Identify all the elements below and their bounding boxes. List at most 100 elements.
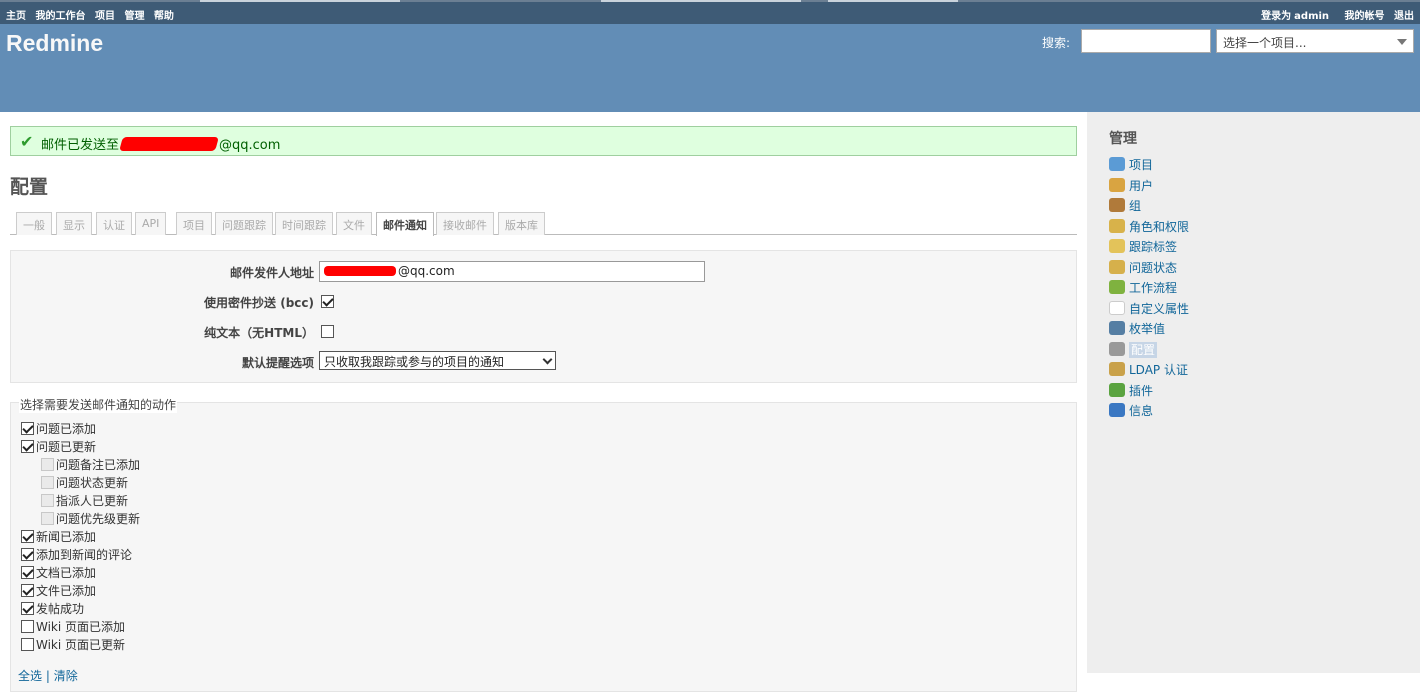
tab-files[interactable]: 文件 <box>336 212 372 235</box>
action-checkbox[interactable] <box>21 602 34 615</box>
top-menu-administration[interactable]: 管理 <box>124 11 144 22</box>
action-label: 问题优先级更新 <box>56 512 141 526</box>
action-checkbox[interactable] <box>21 584 34 597</box>
main-content: ✔ 邮件已发送至 @qq.com 配置 一般 显示 认证 API 项目 问题跟踪 … <box>0 112 1087 692</box>
plain-text-label: 纯文本（无HTML） <box>204 326 314 340</box>
action-checkbox[interactable] <box>21 620 34 633</box>
action-item[interactable]: 问题状态更新 <box>41 474 128 492</box>
tab-api[interactable]: API <box>135 212 167 235</box>
header: Redmine 搜索: 选择一个项目... <box>0 24 1420 112</box>
default-notify-value: 只收取我跟踪或参与的项目的通知 <box>324 355 505 369</box>
tab-display[interactable]: 显示 <box>56 212 92 235</box>
action-label: Wiki 页面已添加 <box>36 620 126 634</box>
tab-repositories[interactable]: 版本库 <box>498 212 545 235</box>
action-label: 问题已添加 <box>36 422 97 436</box>
clear-link[interactable]: 清除 <box>54 669 78 683</box>
sidebar-item[interactable]: 插件 <box>1109 382 1153 400</box>
default-notify-select[interactable]: 只收取我跟踪或参与的项目的通知 <box>319 351 556 370</box>
tab-time-tracking[interactable]: 时间跟踪 <box>275 212 333 235</box>
sidebar-item[interactable]: 工作流程 <box>1109 279 1177 297</box>
top-menu-projects[interactable]: 项目 <box>95 11 115 22</box>
sidebar-item[interactable]: 角色和权限 <box>1109 218 1189 236</box>
action-label: 发帖成功 <box>36 602 85 616</box>
settings-gear-icon <box>1109 341 1125 356</box>
action-item[interactable]: 文件已添加 <box>21 582 96 600</box>
links-separator: | <box>45 669 50 683</box>
user-icon <box>1109 177 1125 192</box>
sidebar-item-label: 插件 <box>1129 383 1154 398</box>
tab-general[interactable]: 一般 <box>16 212 52 235</box>
action-label: 指派人已更新 <box>56 494 129 508</box>
tab-email-notifications[interactable]: 邮件通知 <box>376 212 434 236</box>
action-checkbox[interactable] <box>21 548 34 561</box>
sidebar-item[interactable]: 用户 <box>1109 177 1153 195</box>
tab-incoming-emails[interactable]: 接收邮件 <box>436 212 494 235</box>
action-item[interactable]: 文档已添加 <box>21 564 96 582</box>
my-account-link[interactable]: 我的帐号 <box>1345 11 1385 22</box>
action-checkbox[interactable] <box>41 458 54 471</box>
check-icon: ✔ <box>20 132 34 151</box>
sidebar-item[interactable]: 配置 <box>1109 341 1158 359</box>
action-checkbox[interactable] <box>21 440 34 453</box>
action-item[interactable]: 问题备注已添加 <box>41 456 140 474</box>
action-checkbox[interactable] <box>21 566 34 579</box>
workflow-icon <box>1109 280 1125 294</box>
action-item[interactable]: 问题已更新 <box>21 438 96 456</box>
from-address-input[interactable]: @qq.com <box>319 261 705 282</box>
check-all-link[interactable]: 全选 <box>18 669 42 683</box>
sidebar-item-label: 信息 <box>1129 404 1154 418</box>
sidebar-item[interactable]: 跟踪标签 <box>1109 238 1177 256</box>
action-checkbox[interactable] <box>41 476 54 489</box>
action-label: 新闻已添加 <box>36 530 97 544</box>
action-checkbox[interactable] <box>41 494 54 507</box>
sidebar-item-label: 跟踪标签 <box>1129 240 1178 254</box>
sidebar-item-label: LDAP 认证 <box>1129 363 1188 377</box>
sidebar-item[interactable]: 问题状态 <box>1109 259 1177 277</box>
action-checkbox[interactable] <box>21 422 34 435</box>
action-item[interactable]: 添加到新闻的评论 <box>21 546 132 564</box>
email-settings-box: 邮件发件人地址 @qq.com 使用密件抄送 (bcc) 纯文本（无HTML） … <box>10 250 1077 383</box>
top-menu-help[interactable]: 帮助 <box>154 11 174 22</box>
sidebar-item[interactable]: 自定义属性 <box>1109 300 1189 318</box>
project-jump-select[interactable]: 选择一个项目... <box>1216 29 1414 53</box>
action-label: 添加到新闻的评论 <box>36 548 133 562</box>
logged-in-user-link[interactable]: admin <box>1294 11 1329 22</box>
sidebar-item-label: 工作流程 <box>1129 281 1178 295</box>
action-item[interactable]: 问题优先级更新 <box>41 510 140 528</box>
action-item[interactable]: 指派人已更新 <box>41 492 128 510</box>
sidebar-item-label: 角色和权限 <box>1129 219 1190 234</box>
top-menu-my-page[interactable]: 我的工作台 <box>35 11 85 22</box>
sidebar-item[interactable]: 枚举值 <box>1109 320 1165 338</box>
action-item[interactable]: 发帖成功 <box>21 600 84 618</box>
search-input[interactable] <box>1081 29 1211 53</box>
account-menu: 登录为 admin 我的帐号 退出 <box>1261 7 1420 22</box>
action-label: 问题备注已添加 <box>56 458 141 472</box>
bcc-checkbox[interactable] <box>321 295 334 308</box>
action-item[interactable]: Wiki 页面已更新 <box>21 636 125 654</box>
sidebar-item[interactable]: 项目 <box>1109 156 1153 174</box>
sidebar-item[interactable]: 信息 <box>1109 402 1153 420</box>
project-jump-label: 选择一个项目... <box>1223 36 1307 50</box>
tab-issue-tracking[interactable]: 问题跟踪 <box>215 212 273 235</box>
top-menu-home[interactable]: 主页 <box>6 11 26 22</box>
action-item[interactable]: 新闻已添加 <box>21 528 96 546</box>
plain-text-checkbox[interactable] <box>321 325 334 338</box>
group-icon <box>1109 198 1125 212</box>
logout-link[interactable]: 退出 <box>1394 11 1414 22</box>
tab-projects[interactable]: 项目 <box>176 212 212 235</box>
sidebar-item[interactable]: LDAP 认证 <box>1109 361 1188 379</box>
quick-search: 搜索: 选择一个项目... <box>1042 29 1414 53</box>
sidebar-item[interactable]: 组 <box>1109 197 1141 215</box>
action-item[interactable]: 问题已添加 <box>21 420 96 438</box>
sidebar-title: 管理 <box>1109 131 1137 147</box>
action-checkbox[interactable] <box>21 530 34 543</box>
bcc-row: 使用密件抄送 (bcc) <box>11 291 1078 313</box>
sidebar-item-label: 枚举值 <box>1129 322 1166 336</box>
action-checkbox[interactable] <box>21 638 34 651</box>
app-title: Redmine <box>6 30 104 56</box>
search-label: 搜索: <box>1042 36 1071 50</box>
action-checkbox[interactable] <box>41 512 54 525</box>
action-item[interactable]: Wiki 页面已添加 <box>21 618 125 636</box>
tab-authentication[interactable]: 认证 <box>96 212 132 235</box>
custom-fields-icon <box>1109 300 1125 315</box>
